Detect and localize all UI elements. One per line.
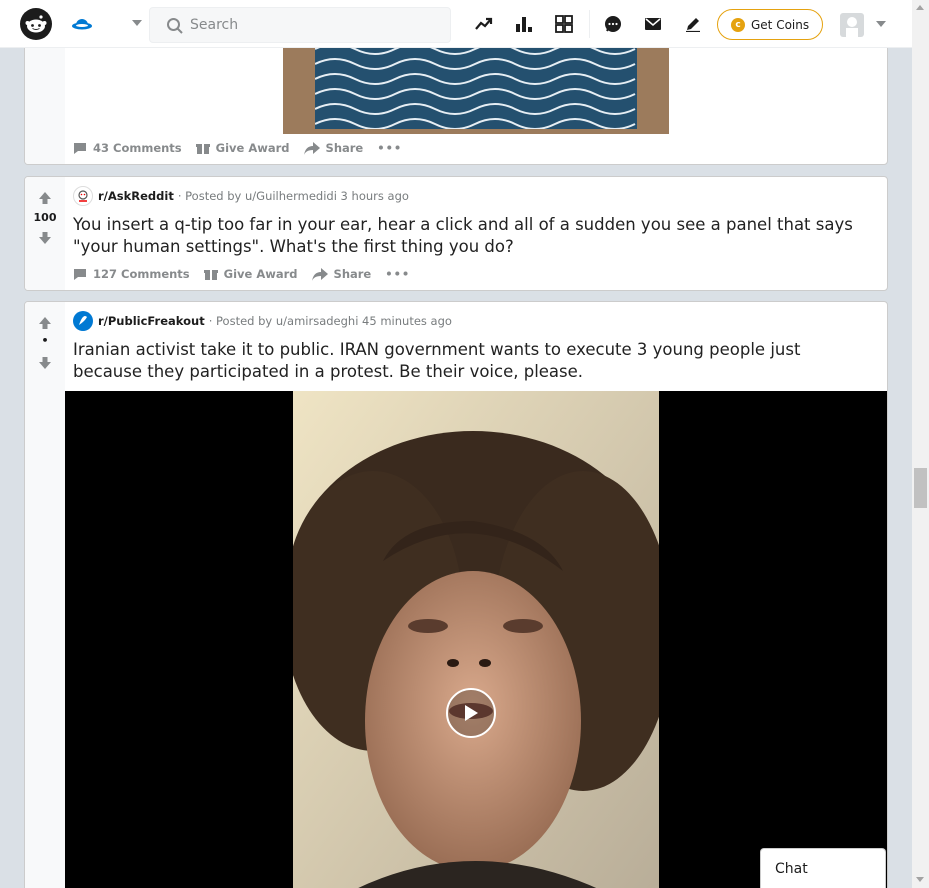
post-image[interactable] (283, 39, 669, 134)
search-icon (167, 18, 183, 34)
scroll-up-arrow-icon[interactable] (916, 5, 924, 10)
share-icon (303, 141, 320, 155)
chat-button[interactable]: Chat (760, 848, 886, 888)
header-divider (589, 10, 590, 38)
mail-icon[interactable] (642, 13, 664, 35)
post-title[interactable]: Iranian activist take it to public. IRAN… (73, 339, 873, 383)
vote-score: 100 (33, 211, 57, 224)
get-coins-label: Get Coins (751, 17, 810, 32)
downvote-icon[interactable] (38, 231, 52, 245)
more-options-button[interactable]: ••• (377, 141, 402, 155)
play-button[interactable] (446, 688, 496, 738)
upvote-icon[interactable] (38, 191, 52, 205)
post-actions: 127 Comments Give Award Share ••• (73, 267, 410, 281)
coin-icon: c (731, 17, 745, 32)
search-bar[interactable] (149, 7, 451, 43)
video-frame (293, 391, 659, 888)
post-meta: r/AskReddit · Posted by u/Guilhermedidi … (73, 186, 409, 206)
get-coins-button[interactable]: c Get Coins (717, 9, 823, 40)
chat-icon[interactable] (602, 13, 624, 35)
askreddit-icon[interactable] (73, 186, 93, 206)
comments-button[interactable]: 43 Comments (73, 141, 182, 155)
post-card[interactable]: 100 r/AskReddit · Posted by u/Guilhermed… (24, 176, 888, 291)
post-card[interactable]: 43 Comments Give Award Share ••• (24, 38, 888, 165)
posted-by[interactable]: · Posted by u/amirsadeghi 45 minutes ago (209, 314, 452, 328)
chevron-down-icon[interactable] (132, 20, 142, 26)
downvote-icon[interactable] (38, 356, 52, 370)
create-post-icon[interactable] (682, 13, 704, 35)
leaderboard-icon[interactable] (513, 13, 535, 35)
subreddit-link[interactable]: r/PublicFreakout (98, 314, 205, 328)
chat-label: Chat (775, 861, 808, 877)
comments-button[interactable]: 127 Comments (73, 267, 190, 281)
play-icon (465, 705, 478, 721)
give-award-button[interactable]: Give Award (195, 141, 290, 155)
home-icon[interactable] (70, 12, 94, 36)
vote-column: 100 (25, 177, 65, 290)
video-player[interactable] (65, 391, 887, 888)
scroll-down-arrow-icon[interactable] (916, 877, 924, 882)
rpan-icon[interactable] (553, 13, 575, 35)
share-icon (311, 267, 328, 281)
publicfreakout-icon[interactable] (73, 311, 93, 331)
comment-icon (74, 268, 86, 280)
post-title[interactable]: You insert a q-tip too far in your ear, … (73, 214, 873, 258)
comment-icon (74, 142, 86, 154)
user-menu-chevron-icon[interactable] (876, 21, 886, 27)
subreddit-link[interactable]: r/AskReddit (98, 189, 174, 203)
give-award-button[interactable]: Give Award (203, 267, 298, 281)
posted-by[interactable]: · Posted by u/Guilhermedidi 3 hours ago (178, 189, 409, 203)
vote-column (25, 39, 65, 164)
share-button[interactable]: Share (311, 267, 371, 281)
gift-icon (203, 270, 218, 280)
search-input[interactable] (190, 8, 440, 42)
scroll-thumb[interactable] (914, 468, 927, 508)
vote-score: • (41, 334, 49, 347)
vote-column: • (25, 302, 65, 888)
upvote-icon[interactable] (38, 316, 52, 330)
post-actions: 43 Comments Give Award Share ••• (73, 141, 402, 155)
share-button[interactable]: Share (303, 141, 363, 155)
post-meta: r/PublicFreakout · Posted by u/amirsadeg… (73, 311, 452, 331)
gift-icon (195, 144, 210, 154)
more-options-button[interactable]: ••• (385, 267, 410, 281)
top-navigation-bar: c Get Coins (0, 0, 912, 48)
avatar[interactable] (840, 13, 864, 37)
post-card[interactable]: • r/PublicFreakout · Posted by u/amirsad… (24, 301, 888, 888)
popular-icon[interactable] (473, 13, 495, 35)
reddit-logo[interactable] (20, 8, 52, 40)
page-scrollbar[interactable] (912, 0, 929, 888)
